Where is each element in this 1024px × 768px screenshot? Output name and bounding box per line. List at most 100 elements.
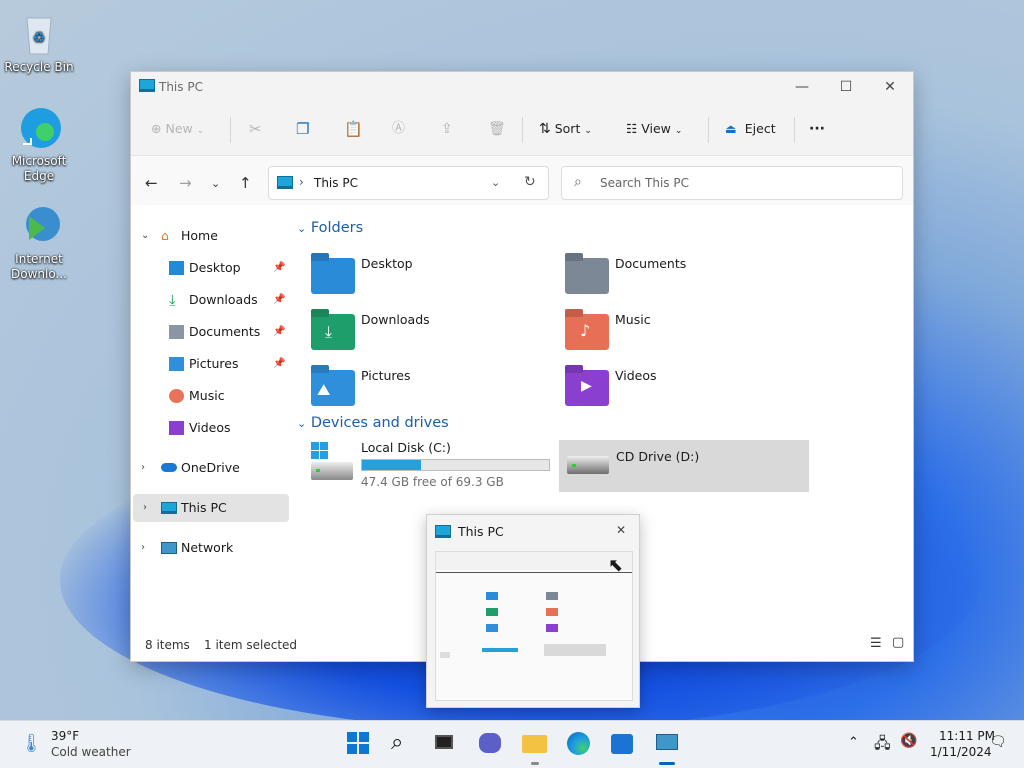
divider — [230, 117, 231, 143]
taskbar-thumbnail-preview[interactable]: This PC ✕ ⬉ — [426, 514, 640, 708]
recent-chevron-icon[interactable]: ⌄ — [211, 177, 220, 190]
desktop-icon-edge[interactable]: Microsoft Edge — [4, 104, 74, 184]
folder-item-pictures[interactable]: ⛰ Pictures — [311, 366, 551, 416]
running-indicator — [531, 762, 539, 765]
network-status-icon[interactable]: 🖧 — [874, 733, 891, 758]
folder-label: Pictures — [361, 368, 411, 383]
preview-window-thumbnail[interactable] — [435, 551, 633, 701]
sidebar-item-music[interactable]: Music — [131, 382, 287, 410]
downloads-folder-icon: ⤓ — [311, 314, 355, 350]
desktop-icon-idm[interactable]: Internet Downlo... — [4, 202, 74, 282]
more-options-button[interactable]: ··· — [809, 117, 825, 141]
sidebar-item-documents[interactable]: Documents 📌 — [131, 318, 287, 346]
file-explorer-taskbar-button[interactable] — [522, 731, 548, 765]
chat-button[interactable] — [478, 731, 504, 757]
this-pc-icon — [139, 79, 155, 92]
folder-item-videos[interactable]: ▶ Videos — [565, 366, 805, 416]
new-button[interactable]: ⊕ New ⌄ — [151, 117, 204, 141]
search-box[interactable]: ⌕ Search This PC — [561, 166, 903, 200]
network-pc-icon — [656, 734, 678, 750]
paste-button[interactable]: 📋 — [344, 117, 363, 141]
address-bar[interactable]: › This PC ⌄ ↻ — [268, 166, 549, 200]
title-bar[interactable]: This PC — ☐ ✕ — [131, 72, 913, 102]
pictures-icon — [169, 357, 184, 371]
pin-icon[interactable]: 📌 — [273, 350, 285, 378]
collapsed-chevron-icon[interactable]: › — [141, 534, 145, 562]
music-folder-icon: ♪ — [565, 314, 609, 350]
collapsed-chevron-icon[interactable]: › — [143, 494, 147, 522]
maximize-button[interactable]: ☐ — [823, 72, 869, 102]
delete-button[interactable]: 🗑 — [488, 117, 506, 141]
volume-muted-icon[interactable]: 🔇 — [900, 733, 917, 749]
folder-item-documents[interactable]: Documents — [565, 254, 805, 304]
address-dropdown-icon[interactable]: ⌄ — [491, 176, 500, 189]
drive-label: Local Disk (C:) — [361, 440, 451, 455]
minimize-button[interactable]: — — [779, 72, 825, 102]
clipboard-icon: 📋 — [344, 120, 363, 138]
plus-circle-icon: ⊕ — [151, 121, 162, 136]
sidebar-item-label: Downloads — [189, 292, 258, 307]
rename-button[interactable]: Ⓐ — [392, 117, 405, 141]
folder-item-desktop[interactable]: Desktop — [311, 254, 551, 304]
windows-logo-icon — [311, 442, 329, 460]
folders-group-header[interactable]: ⌄ Folders — [297, 220, 363, 236]
pin-icon[interactable]: 📌 — [273, 286, 285, 314]
sort-button[interactable]: ⇅ Sort ⌄ — [539, 117, 592, 141]
show-hidden-icons-chevron[interactable]: ⌃ — [848, 735, 859, 750]
pin-icon[interactable]: 📌 — [273, 254, 285, 282]
copy-button[interactable]: ❐ — [296, 117, 309, 141]
group-header-label: Folders — [310, 220, 364, 236]
pin-icon[interactable]: 📌 — [273, 318, 285, 346]
up-arrow-icon[interactable]: ↑ — [239, 174, 252, 192]
eject-label: Eject — [744, 121, 776, 136]
refresh-icon[interactable]: ↻ — [524, 174, 536, 190]
view-button[interactable]: ☷ View ⌄ — [626, 117, 682, 141]
chevron-down-icon: ⌄ — [196, 126, 205, 136]
expanded-chevron-icon[interactable]: ⌄ — [141, 222, 149, 250]
cloud-icon — [161, 463, 177, 472]
task-view-button[interactable] — [433, 731, 459, 757]
forward-arrow-icon[interactable]: → — [179, 174, 192, 192]
sidebar-item-desktop[interactable]: Desktop 📌 — [131, 254, 287, 282]
sidebar-item-pictures[interactable]: Pictures 📌 — [131, 350, 287, 378]
cut-button[interactable]: ✂ — [249, 117, 262, 141]
sidebar-item-label: Music — [189, 388, 225, 403]
sidebar-item-downloads[interactable]: ⤓ Downloads 📌 — [131, 286, 287, 314]
sidebar-item-this-pc[interactable]: › This PC — [133, 494, 289, 522]
sidebar-item-videos[interactable]: Videos — [131, 414, 287, 442]
drive-item-c[interactable]: Local Disk (C:) 47.4 GB free of 69.3 GB — [307, 440, 553, 492]
collapsed-chevron-icon[interactable]: › — [141, 454, 145, 482]
desktop-icon-recycle-bin[interactable]: ♻ Recycle Bin — [4, 10, 74, 75]
back-arrow-icon[interactable]: ← — [145, 174, 158, 192]
this-pc-taskbar-button[interactable] — [654, 731, 680, 765]
store-icon — [611, 734, 633, 754]
drives-group-header[interactable]: ⌄ Devices and drives — [297, 415, 449, 431]
window-title: This PC — [159, 80, 203, 94]
notification-icon[interactable]: 🗨 — [989, 734, 1007, 750]
drive-item-d[interactable]: CD Drive (D:) — [559, 440, 809, 492]
folder-label: Videos — [615, 368, 657, 383]
drive-usage-bar — [361, 459, 550, 471]
search-taskbar-button[interactable]: ⌕ — [391, 731, 417, 757]
sidebar-item-label: Network — [181, 540, 234, 555]
close-button[interactable]: ✕ — [867, 72, 913, 102]
sidebar-item-network[interactable]: › Network — [131, 534, 287, 562]
preview-close-button[interactable]: ✕ — [616, 523, 626, 537]
folder-label: Documents — [615, 256, 687, 271]
edge-taskbar-button[interactable] — [566, 731, 592, 757]
clock-time[interactable]: 11:11 PM — [939, 729, 995, 743]
sidebar-item-home[interactable]: ⌄ ⌂ Home — [131, 222, 287, 250]
divider — [794, 117, 795, 143]
rename-icon: Ⓐ — [392, 121, 406, 136]
store-taskbar-button[interactable] — [610, 731, 636, 757]
tiles-view-icon[interactable]: ▢ — [892, 635, 904, 650]
folder-item-music[interactable]: ♪ Music — [565, 310, 805, 360]
details-view-icon[interactable]: ☰ — [870, 636, 882, 651]
breadcrumb-location[interactable]: This PC — [314, 176, 358, 190]
folder-item-downloads[interactable]: ⤓ Downloads — [311, 310, 551, 360]
sidebar-item-onedrive[interactable]: › OneDrive — [131, 454, 287, 482]
clock-date[interactable]: 1/11/2024 — [930, 745, 992, 759]
eject-button[interactable]: ⏏ Eject — [725, 117, 776, 141]
share-button[interactable]: ⇪ — [441, 117, 453, 141]
start-button[interactable] — [346, 731, 372, 757]
